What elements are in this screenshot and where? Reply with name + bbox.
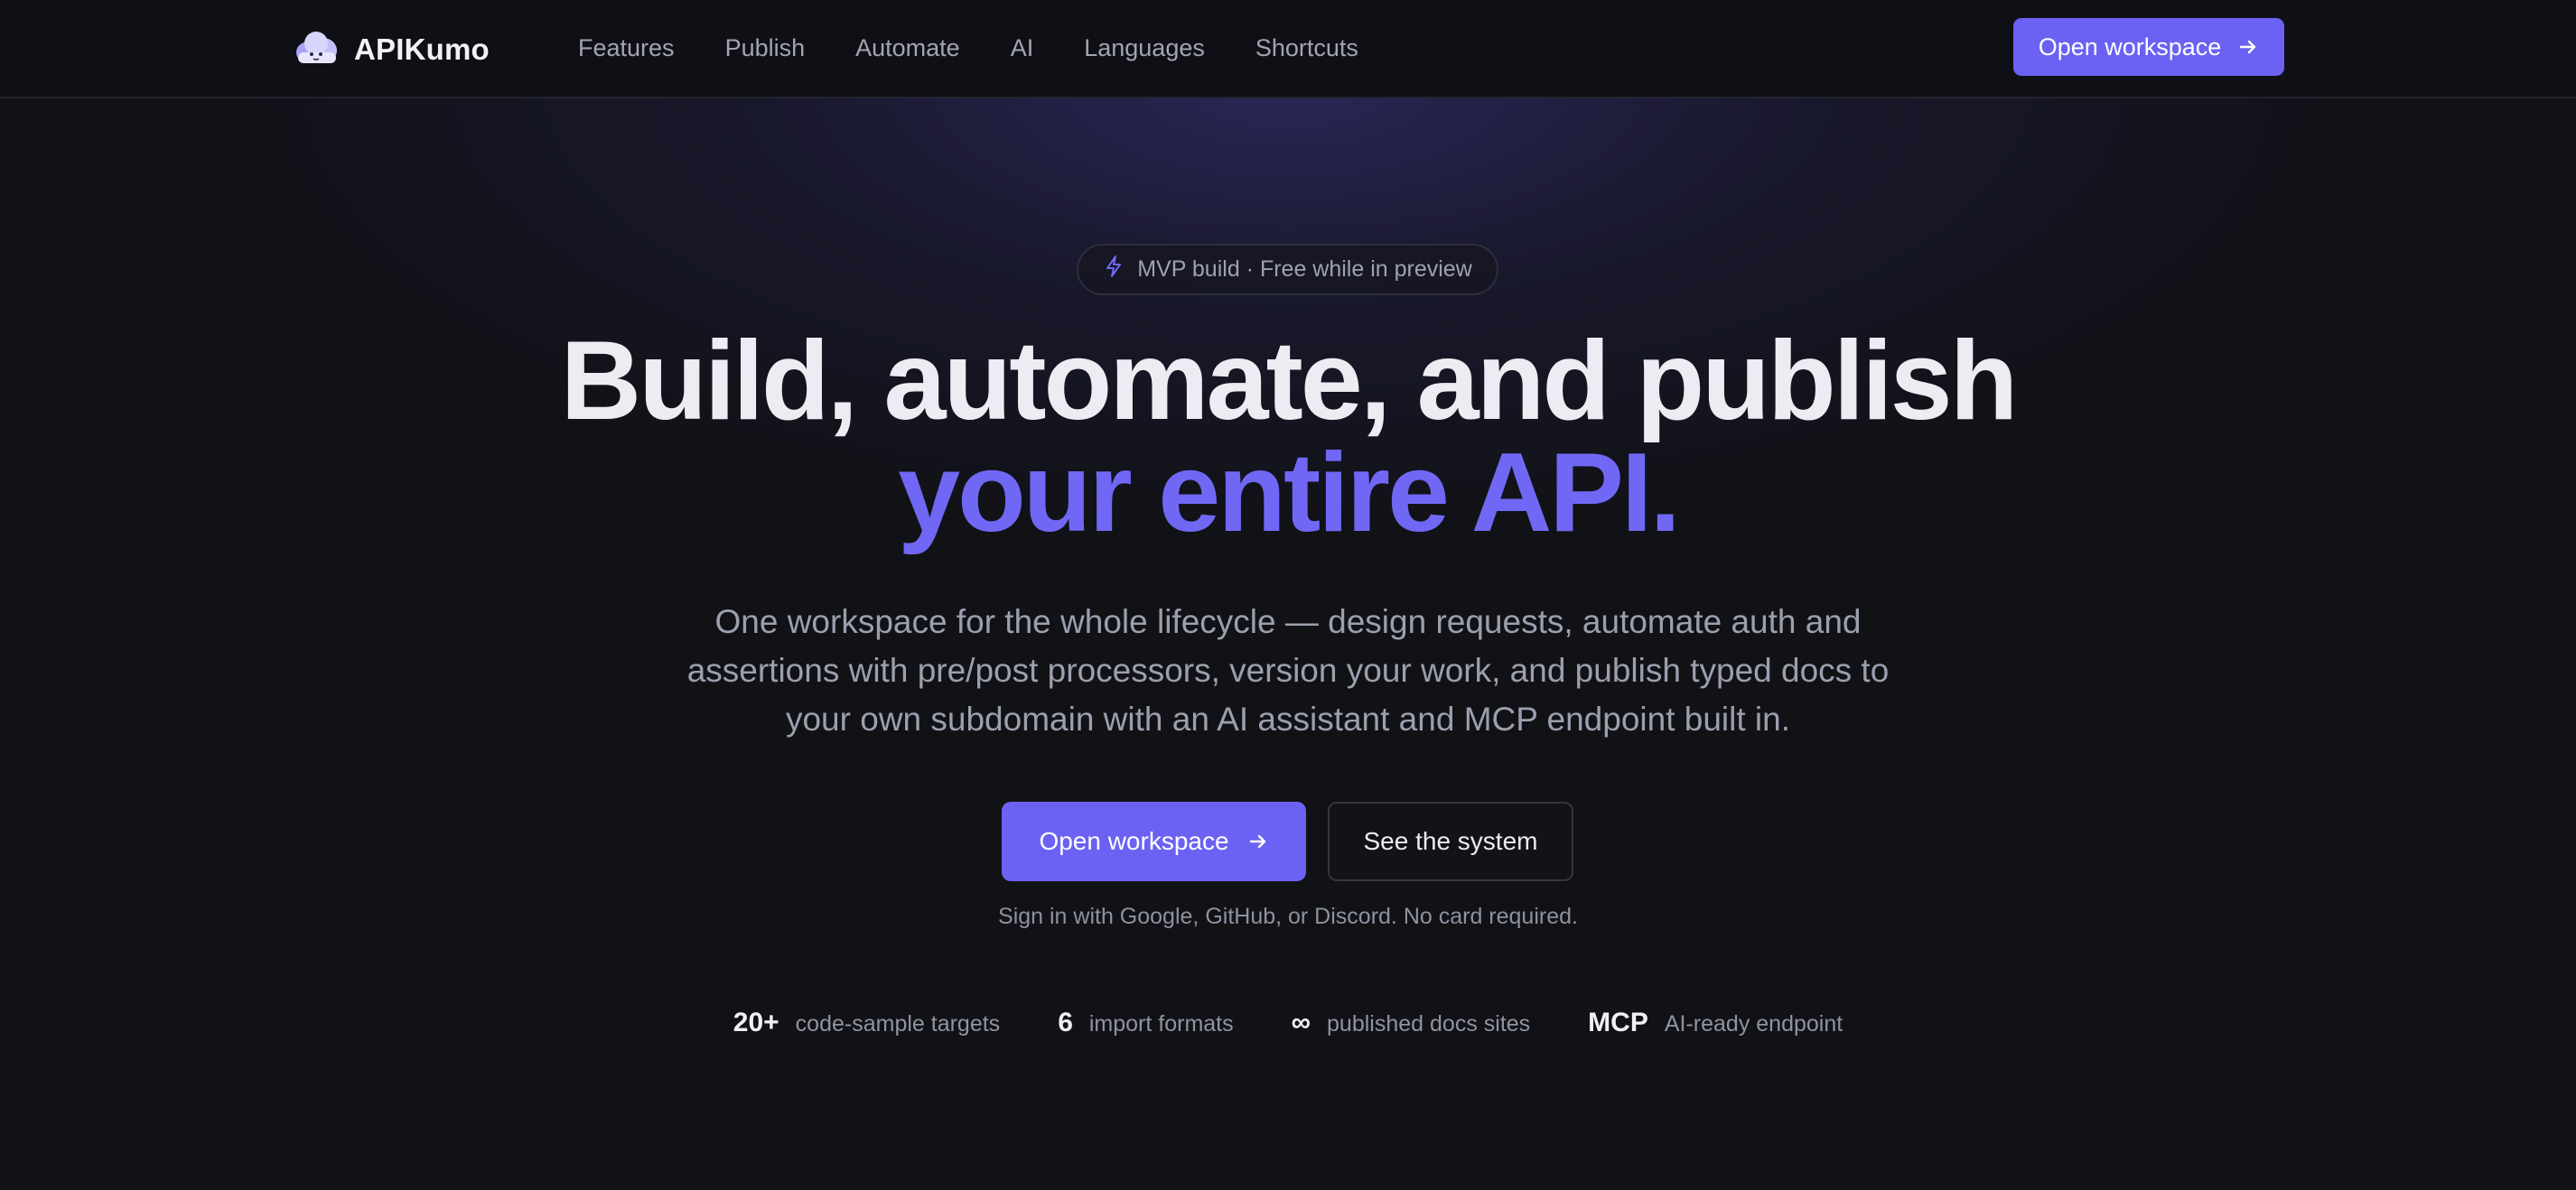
- stat-value: 20+: [733, 1008, 779, 1037]
- brand-logo[interactable]: APIKumo: [293, 27, 490, 71]
- stat-value: MCP: [1588, 1008, 1648, 1037]
- headline-line-1: Build, automate, and publish: [560, 319, 2019, 443]
- nav-link-automate[interactable]: Automate: [855, 34, 960, 62]
- cloud-mascot-icon: [293, 27, 340, 71]
- stat-item: MCP AI-ready endpoint: [1588, 1008, 1843, 1038]
- stat-label: published docs sites: [1327, 1011, 1531, 1037]
- stat-item: 20+ code-sample targets: [733, 1008, 1000, 1038]
- preview-badge: MVP build · Free while in preview: [1077, 244, 1498, 295]
- nav-links: Features Publish Automate AI Languages S…: [578, 0, 1358, 96]
- lightning-icon: [1103, 255, 1125, 284]
- brand-name: APIKumo: [354, 32, 490, 66]
- stat-item: 6 import formats: [1058, 1008, 1233, 1038]
- stat-value: ∞: [1291, 1008, 1311, 1037]
- see-the-system-label: See the system: [1363, 827, 1538, 855]
- landing-page: APIKumo Features Publish Automate AI Lan…: [0, 0, 2576, 1190]
- headline-line-2: your entire API.: [898, 431, 1681, 555]
- stat-label: code-sample targets: [795, 1011, 1001, 1037]
- hero-cta-row: Open workspace See the system: [1002, 802, 1573, 881]
- stat-item: ∞ published docs sites: [1292, 1008, 1531, 1038]
- stat-label: AI-ready endpoint: [1664, 1011, 1843, 1037]
- nav-link-features[interactable]: Features: [578, 34, 675, 62]
- hero-subtitle: One workspace for the whole lifecycle — …: [686, 603, 1890, 738]
- signin-note: Sign in with Google, GitHub, or Discord.…: [998, 904, 1578, 929]
- hero-headline: Build, automate, and publish your entire…: [0, 325, 2576, 549]
- arrow-right-icon: [1247, 831, 1269, 852]
- nav-link-languages[interactable]: Languages: [1084, 34, 1205, 62]
- nav-open-workspace-label: Open workspace: [2038, 33, 2222, 60]
- stats-row: 20+ code-sample targets 6 import formats…: [0, 1008, 2576, 1038]
- nav-open-workspace-button[interactable]: Open workspace: [2013, 18, 2284, 76]
- top-nav: APIKumo Features Publish Automate AI Lan…: [0, 0, 2576, 98]
- see-the-system-button[interactable]: See the system: [1328, 802, 1573, 881]
- stat-value: 6: [1058, 1008, 1073, 1037]
- nav-link-shortcuts[interactable]: Shortcuts: [1255, 34, 1358, 62]
- arrow-right-icon: [2237, 36, 2259, 58]
- preview-badge-text: MVP build · Free while in preview: [1137, 256, 1472, 282]
- open-workspace-label: Open workspace: [1039, 827, 1229, 855]
- open-workspace-button[interactable]: Open workspace: [1002, 802, 1306, 881]
- stat-label: import formats: [1088, 1011, 1234, 1037]
- nav-link-ai[interactable]: AI: [1011, 34, 1034, 62]
- nav-link-publish[interactable]: Publish: [725, 34, 806, 62]
